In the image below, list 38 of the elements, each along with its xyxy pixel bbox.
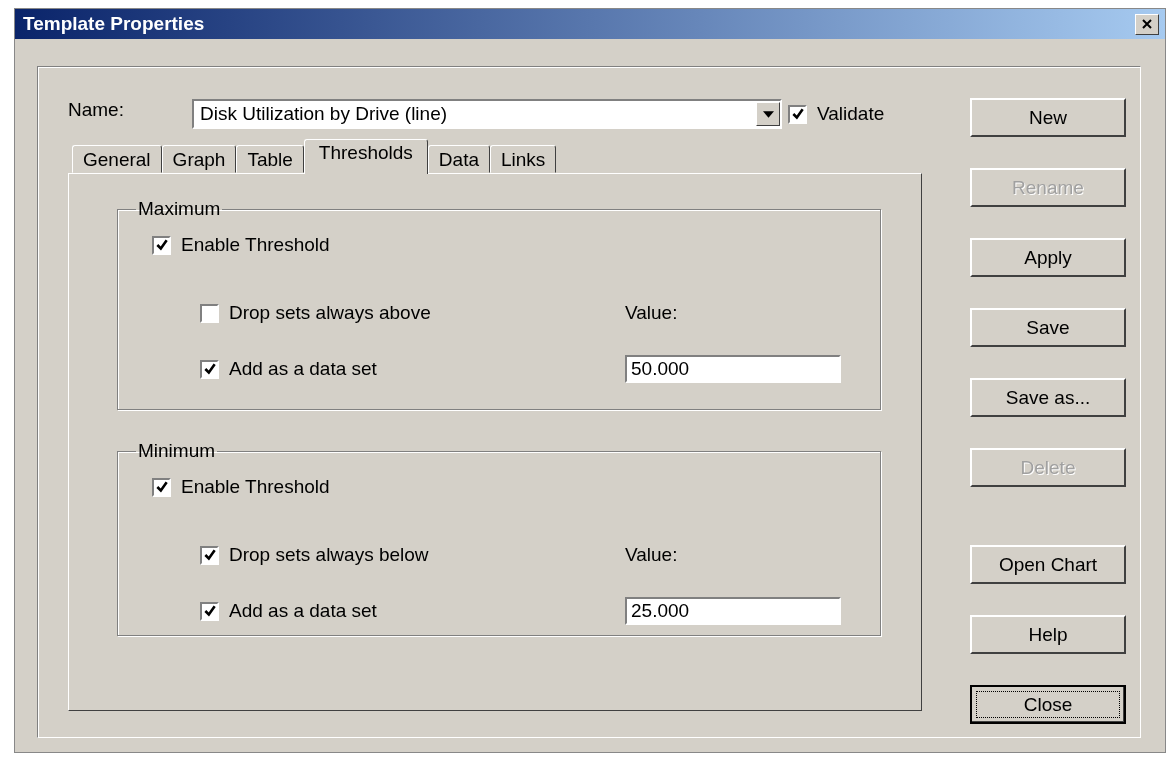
dialog-button[interactable]: Apply [970,238,1126,277]
validate-label: Validate [817,103,885,125]
value-field[interactable]: 50.000 [625,355,841,383]
close-icon [1141,18,1153,30]
checkbox[interactable] [152,477,171,497]
checkbox-label: Add as a data set [229,358,377,380]
group-title: Minimum [137,440,217,462]
dialog-button[interactable]: Help [970,615,1126,654]
checkbox[interactable] [200,359,219,379]
group-title: Maximum [137,198,222,220]
checkbox[interactable] [200,601,219,621]
dialog-button[interactable]: New [970,98,1126,137]
tab[interactable]: Table [236,145,304,173]
tab[interactable]: Graph [161,145,237,173]
dialog-button[interactable]: Save [970,308,1126,347]
close-button[interactable] [1135,13,1159,35]
tab[interactable]: Data [427,145,490,173]
dialog-button[interactable]: Close [970,685,1126,724]
checkbox[interactable] [152,235,171,255]
tab[interactable]: General [72,145,162,173]
window-title: Template Properties [23,13,205,35]
checkbox-label: Enable Threshold [181,476,330,498]
checkbox-label: Drop sets always above [229,302,431,324]
checkbox[interactable] [200,545,219,565]
dialog-button[interactable]: Save as... [970,378,1126,417]
name-label: Name: [68,99,125,121]
dialog-button[interactable]: Open Chart [970,545,1126,584]
tab[interactable]: Thresholds [303,139,428,174]
tab[interactable]: Links [490,145,557,173]
checkbox-label: Enable Threshold [181,234,330,256]
checkbox-label: Drop sets always below [229,544,429,566]
value-field[interactable]: 25.000 [625,597,841,625]
checkbox[interactable] [200,303,219,323]
name-dropdown[interactable]: Disk Utilization by Drive (line) [192,99,782,129]
checkbox-label: Add as a data set [229,600,377,622]
value-label: Value: [625,302,678,324]
checkbox[interactable] [788,104,807,124]
value-label: Value: [625,544,678,566]
